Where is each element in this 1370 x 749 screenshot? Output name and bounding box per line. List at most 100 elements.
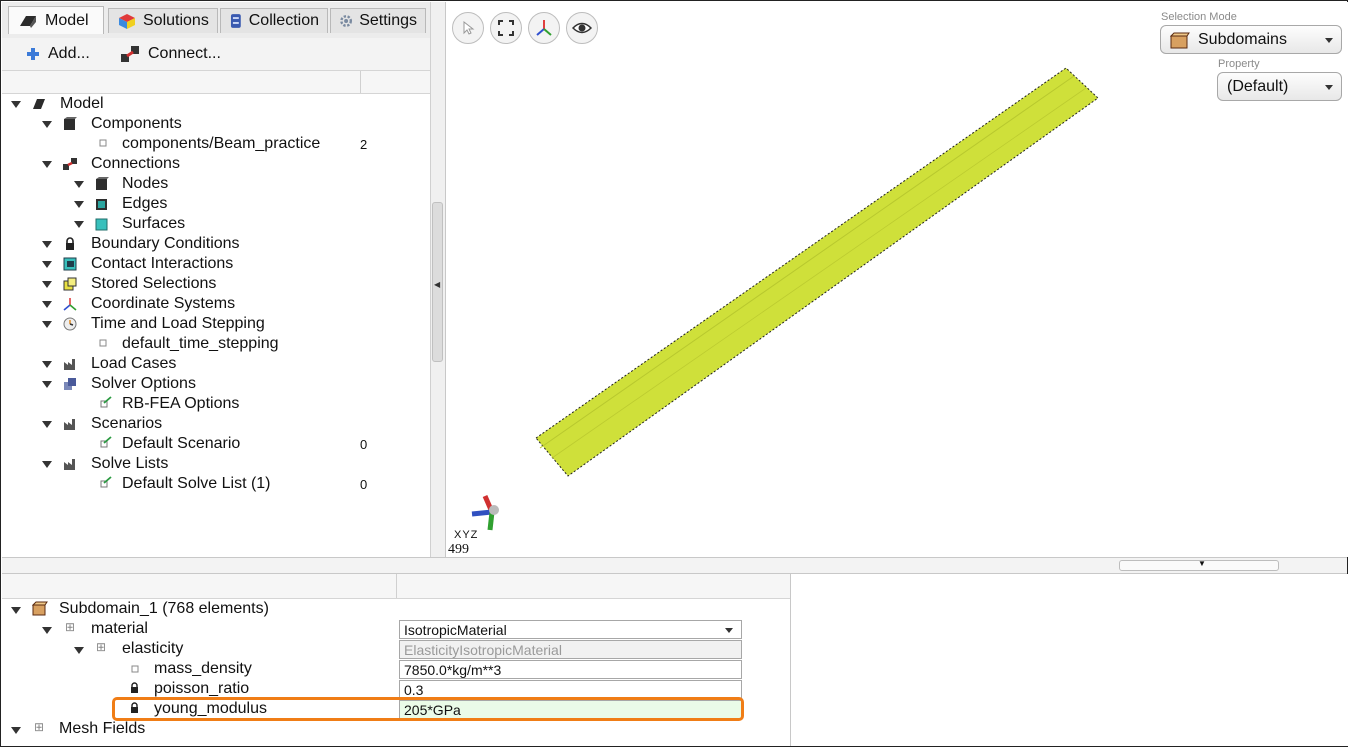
tab-model[interactable]: Model	[8, 6, 104, 34]
nodes-cube-icon	[96, 177, 109, 190]
gear-icon	[340, 15, 353, 27]
collapse-arrow-icon[interactable]	[42, 321, 52, 328]
property-label: mass_density	[154, 660, 252, 677]
tree-item-components[interactable]: Components	[2, 114, 430, 134]
tree-item-nodes[interactable]: Nodes	[2, 174, 430, 194]
tree-item-scenarios[interactable]: Scenarios	[2, 414, 430, 434]
tree-column-header	[2, 70, 430, 94]
property-row-poisson-ratio[interactable]: poisson_ratio 0.3	[2, 679, 790, 699]
collapse-arrow-icon[interactable]	[42, 461, 52, 468]
collapse-arrow-icon[interactable]	[74, 201, 84, 208]
leaf-square-icon	[99, 339, 107, 347]
tree-item-default-time-stepping[interactable]: default_time_stepping	[2, 334, 430, 354]
collapse-arrow-icon[interactable]	[11, 101, 21, 108]
tree-item-solver-options[interactable]: Solver Options	[2, 374, 430, 394]
tree-item-connections[interactable]: Connections	[2, 154, 430, 174]
tree-item-count: 2	[360, 136, 368, 152]
tree-item-solve-lists[interactable]: Solve Lists	[2, 454, 430, 474]
leaf-square-icon	[131, 665, 139, 673]
collapse-arrow-icon[interactable]	[74, 181, 84, 188]
selection-icon	[63, 277, 77, 291]
tree-item-rbfea-options[interactable]: RB-FEA Options	[2, 394, 430, 414]
splitter-scrollbar[interactable]: ◀	[430, 2, 445, 558]
tree-item-contact-interactions[interactable]: Contact Interactions	[2, 254, 430, 274]
factory-icon	[64, 419, 75, 430]
collapse-arrow-icon[interactable]	[11, 607, 21, 614]
connect-icon	[63, 158, 77, 170]
tree-item-beam-practice[interactable]: components/Beam_practice 2	[2, 134, 430, 154]
mass-density-input[interactable]: 7850.0*kg/m**3	[399, 660, 742, 679]
tree-item-label: RB-FEA Options	[122, 395, 240, 412]
frame-number: 499	[448, 542, 469, 557]
collapse-arrow-icon[interactable]	[42, 381, 52, 388]
collapse-arrow-icon[interactable]	[42, 241, 52, 248]
3d-viewport[interactable]: Selection Mode Subdomains Property (Defa…	[445, 2, 1348, 557]
grid-icon: ⊞	[96, 640, 107, 654]
tree-item-default-scenario[interactable]: Default Scenario 0	[2, 434, 430, 454]
connect-button[interactable]: Connect...	[120, 42, 221, 66]
collapse-arrow-icon[interactable]	[11, 727, 21, 734]
tree-item-label: Default Scenario	[122, 435, 241, 452]
collapse-arrow-icon[interactable]	[42, 421, 52, 428]
collapse-arrow-icon[interactable]	[42, 261, 52, 268]
collapse-arrow-icon[interactable]	[42, 281, 52, 288]
property-row-mass-density[interactable]: mass_density 7850.0*kg/m**3	[2, 659, 790, 679]
add-button-label: Add...	[48, 45, 90, 62]
horizontal-scrollbar[interactable]: ▼	[2, 557, 1347, 574]
tree-item-stored-selections[interactable]: Stored Selections	[2, 274, 430, 294]
tree-item-label: Load Cases	[91, 355, 177, 372]
tree-item-count: 0	[360, 476, 368, 492]
tab-solutions[interactable]: Solutions	[108, 8, 218, 33]
tree-item-boundary-conditions[interactable]: Boundary Conditions	[2, 234, 430, 254]
subdomain-icon	[32, 601, 48, 616]
solver-icon	[64, 378, 76, 390]
tab-settings-label: Settings	[359, 12, 417, 29]
property-row-material[interactable]: ⊞ material IsotropicMaterial	[2, 619, 790, 639]
collapse-arrow-icon[interactable]	[74, 221, 84, 228]
collapse-arrow-icon[interactable]	[42, 361, 52, 368]
leaf-square-icon	[99, 139, 107, 147]
factory-icon	[64, 359, 75, 370]
mesh-fields-row[interactable]: ⊞ Mesh Fields	[2, 719, 790, 739]
property-row-elasticity[interactable]: ⊞ elasticity ElasticityIsotropicMaterial	[2, 639, 790, 659]
tree-item-load-cases[interactable]: Load Cases	[2, 354, 430, 374]
collapse-arrow-icon[interactable]	[42, 161, 52, 168]
surfaces-cube-icon	[95, 218, 108, 231]
component-cube-icon	[64, 117, 77, 130]
clock-icon	[63, 317, 77, 331]
highlight-box	[112, 697, 744, 721]
tab-solutions-label: Solutions	[143, 12, 209, 29]
material-select[interactable]: IsotropicMaterial	[399, 620, 742, 639]
add-button[interactable]: Add...	[26, 42, 90, 66]
tree-item-model[interactable]: Model	[2, 94, 430, 114]
edges-cube-icon	[96, 199, 107, 210]
collapse-arrow-icon[interactable]	[74, 647, 84, 654]
tree-item-label: Time and Load Stepping	[91, 315, 265, 332]
tree-item-label: Edges	[122, 195, 168, 212]
solutions-icon	[119, 14, 135, 29]
model-toolbar: Add... Connect...	[2, 38, 430, 70]
tab-settings[interactable]: Settings	[330, 8, 426, 33]
tree-item-label: Coordinate Systems	[91, 295, 236, 312]
tree-item-label: Solve Lists	[91, 455, 169, 472]
collection-icon	[230, 14, 241, 28]
detail-pane	[790, 574, 1348, 746]
tree-item-default-solve-list[interactable]: Default Solve List (1) 0	[2, 474, 430, 494]
collapse-left-icon[interactable]: ◀	[434, 280, 440, 289]
tree-item-time-load-stepping[interactable]: Time and Load Stepping	[2, 314, 430, 334]
model-icon	[20, 15, 36, 28]
tree-item-surfaces[interactable]: Surfaces	[2, 214, 430, 234]
subdomain-label: Subdomain_1 (768 elements)	[59, 600, 269, 617]
tab-collection[interactable]: Collection	[220, 8, 328, 33]
tree-item-label: Model	[60, 95, 104, 112]
check-edit-icon	[100, 436, 112, 448]
beam-model[interactable]	[446, 2, 1348, 557]
properties-column-header	[2, 574, 790, 599]
tree-item-coordinate-systems[interactable]: Coordinate Systems	[2, 294, 430, 314]
collapse-arrow-icon[interactable]	[42, 301, 52, 308]
collapse-arrow-icon[interactable]	[42, 121, 52, 128]
tree-item-edges[interactable]: Edges	[2, 194, 430, 214]
chevron-down-icon[interactable]: ▼	[1198, 559, 1206, 568]
collapse-arrow-icon[interactable]	[42, 627, 52, 634]
subdomain-row[interactable]: Subdomain_1 (768 elements)	[2, 599, 790, 619]
